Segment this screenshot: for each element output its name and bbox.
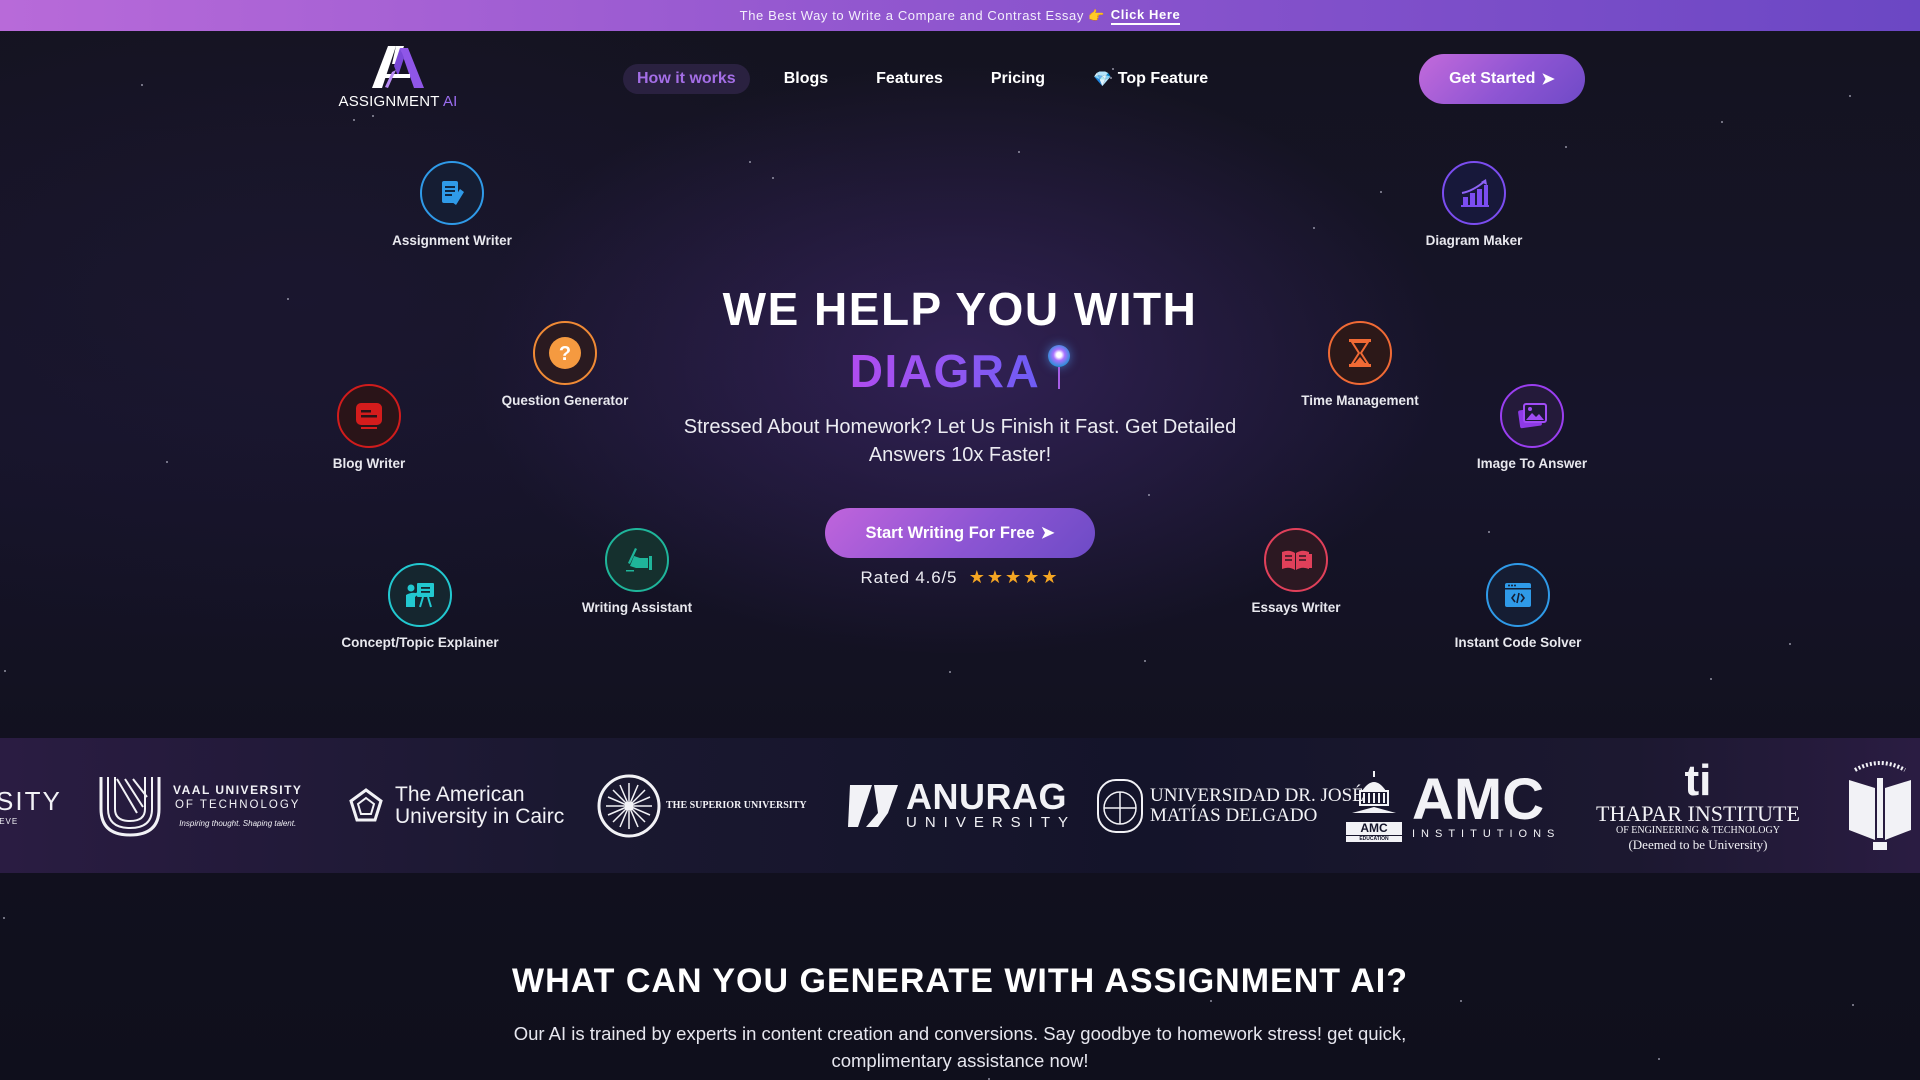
start-writing-button[interactable]: Start Writing For Free ➤ (825, 508, 1095, 558)
logo-text: ASSIGNMENT AI (338, 93, 458, 110)
star-dot (353, 119, 355, 121)
promo-banner: The Best Way to Write a Compare and Cont… (0, 0, 1920, 31)
star-rating-icon: ★★★★★ (968, 567, 1060, 587)
university-logo: SITY IEVE (0, 785, 62, 826)
university-logo-partial (1845, 738, 1915, 873)
star-dot (4, 670, 6, 672)
arrow-right-icon: ➤ (1541, 71, 1555, 88)
feature-label: Essays Writer (1251, 600, 1341, 615)
star-dot (1488, 531, 1490, 533)
hero-typed-word: DIAGRA (849, 345, 1041, 397)
thapar-ti-mark-icon: ti (1684, 756, 1712, 805)
star-dot (1721, 121, 1723, 123)
feature-label: Image To Answer (1476, 456, 1588, 471)
vaal-shield-icon (99, 776, 161, 837)
feature-label: Concept/Topic Explainer (341, 635, 499, 650)
university-logo-amc: AMC EDUCATION AMC INSTITUTIONS (1346, 738, 1560, 873)
hero-title: WE HELP YOU WITH (722, 283, 1198, 335)
hero-subtitle: Stressed About Homework? Let Us Finish i… (683, 416, 1237, 466)
section-description: Our AI is trained by experts in content … (513, 1023, 1407, 1071)
nav-how-it-works[interactable]: How it works (623, 63, 750, 94)
feature-label: Diagram Maker (1425, 233, 1523, 248)
star-dot (1710, 678, 1712, 680)
star-dot (749, 161, 751, 163)
nav-features[interactable]: Features (876, 70, 943, 88)
feature-label: Writing Assistant (581, 600, 693, 615)
feature-diagram-maker[interactable]: Diagram Maker (1374, 161, 1574, 248)
star-dot (1018, 151, 1020, 153)
university-logos-strip: SITY IEVE VAAL UNIVERSITY OF TECHNOLOGY … (0, 738, 1920, 873)
hero-typed-line: DIAGRA (0, 344, 1920, 398)
feature-label: Instant Code Solver (1454, 635, 1582, 650)
feature-assignment-writer[interactable]: Assignment Writer (352, 161, 552, 248)
amc-building-icon: AMC EDUCATION (1346, 769, 1402, 842)
university-logo-auc: The American University in Cairc (347, 738, 564, 873)
diamond-icon: 💎 (1093, 70, 1112, 88)
star-dot (949, 671, 951, 673)
start-writing-label: Start Writing For Free (865, 523, 1035, 542)
promo-click-here-link[interactable]: Click Here (1110, 7, 1181, 25)
promo-text: The Best Way to Write a Compare and Cont… (739, 8, 1084, 23)
star-dot (1658, 1058, 1660, 1060)
star-dot (1313, 227, 1315, 229)
nav-top-feature-label: Top Feature (1117, 69, 1209, 87)
nav-top-feature[interactable]: 💎 Top Feature (1093, 70, 1208, 88)
nav-pricing[interactable]: Pricing (991, 70, 1045, 88)
university-logo-thapar: ti THAPAR INSTITUTE OF ENGINEERING & TEC… (1596, 756, 1800, 853)
university-logo-vaal: VAAL UNIVERSITY OF TECHNOLOGY Inspiring … (97, 738, 302, 873)
feature-label: Blog Writer (332, 456, 406, 471)
typing-cursor-icon (1048, 345, 1071, 395)
get-started-label: Get Started (1449, 70, 1536, 87)
university-logo-matias-delgado: UNIVERSIDAD DR. JOSÉ MATÍAS DELGADO (1096, 738, 1364, 873)
star-dot (772, 177, 774, 179)
university-logo-anurag: ANURAG UNIVERSITY (848, 738, 1076, 873)
superior-emblem-icon (597, 774, 661, 837)
section-title: WHAT CAN YOU GENERATE WITH ASSIGNMENT AI… (511, 962, 1408, 1000)
logo[interactable]: ASSIGNMENT AI (334, 44, 462, 114)
get-started-button[interactable]: Get Started ➤ (1419, 54, 1585, 104)
star-dot (1789, 643, 1791, 645)
star-dot (141, 84, 143, 86)
star-dot (1144, 660, 1146, 662)
star-dot (372, 115, 374, 117)
anurag-mark-icon (848, 784, 898, 827)
logo-mark-icon (372, 46, 424, 88)
pointing-hand-icon: 👉 (1087, 7, 1105, 23)
arrow-right-icon: ➤ (1040, 524, 1055, 542)
star-dot (166, 461, 168, 463)
document-pencil-icon (420, 161, 484, 225)
star-dot (1148, 494, 1150, 496)
star-dot (3, 917, 5, 919)
bar-chart-growth-icon (1442, 161, 1506, 225)
star-dot (1565, 146, 1567, 148)
star-dot (1852, 1004, 1854, 1006)
auc-emblem-icon (349, 787, 383, 821)
star-dot (1849, 95, 1851, 97)
main-nav: How it works Blogs Features Pricing 💎 To… (623, 63, 1208, 94)
nav-blogs[interactable]: Blogs (784, 70, 828, 88)
feature-label: Assignment Writer (392, 233, 512, 248)
rating-text: Rated 4.6/5 (860, 568, 958, 587)
matias-delgado-crest-icon (1097, 778, 1143, 833)
open-book-torch-crest-icon (1849, 760, 1911, 850)
rating: Rated 4.6/5 ★★★★★ (0, 567, 1920, 588)
university-logo-superior: THE SUPERIOR UNIVERSITY (596, 738, 807, 873)
